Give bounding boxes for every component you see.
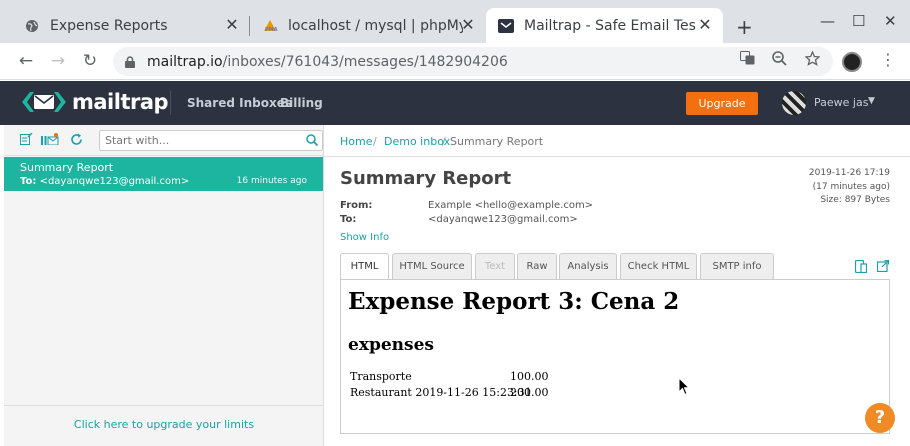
browser-tab-expense-reports[interactable]: Expense Reports ✕ xyxy=(12,8,250,43)
header-divider xyxy=(170,91,171,115)
reload-icon[interactable]: ↻ xyxy=(80,51,100,71)
close-tab-icon[interactable]: ✕ xyxy=(460,17,476,33)
help-button[interactable]: ? xyxy=(865,403,895,433)
inbox-sidebar: Summary Report To: <dayanqwe123@gmail.co… xyxy=(4,125,324,446)
message-to-label: To: xyxy=(20,176,37,187)
message-subject-title: Summary Report xyxy=(340,168,512,189)
message-to-address: <dayanqwe123@gmail.com> xyxy=(39,176,190,187)
user-name[interactable]: Paewe jas xyxy=(814,96,868,109)
tab-smtp-info[interactable]: SMTP info xyxy=(700,253,774,280)
expense-label: Restaurant 2019-11-26 15:23:31 xyxy=(350,386,532,399)
profile-avatar[interactable] xyxy=(842,52,862,72)
html-preview-pane: Expense Report 3: Cena 2 expenses Transp… xyxy=(340,279,890,434)
breadcrumb-inbox-link[interactable]: Demo inbox xyxy=(384,135,450,148)
breadcrumb-inbox[interactable]: Demo inbox xyxy=(384,135,450,148)
back-icon[interactable]: ← xyxy=(16,51,36,71)
upgrade-button[interactable]: Upgrade xyxy=(686,92,758,115)
show-info-link[interactable]: Show Info xyxy=(340,232,389,243)
message-size: Size: 897 Bytes xyxy=(820,195,890,205)
translate-icon[interactable] xyxy=(740,51,755,69)
svg-text:PMA: PMA xyxy=(265,27,278,33)
user-menu-caret-icon[interactable]: ▼ xyxy=(868,96,875,106)
sidebar-toolbar xyxy=(4,125,324,156)
message-subject: Summary Report xyxy=(20,161,114,174)
to-label: To: xyxy=(340,214,357,225)
browser-menu-icon[interactable]: ⋮ xyxy=(880,50,896,69)
url-path: /inboxes/761043/messages/1482904206 xyxy=(222,53,508,70)
mobile-view-icon[interactable] xyxy=(854,259,868,276)
to-value: <dayanqwe123@gmail.com> xyxy=(428,214,578,225)
breadcrumb-home-link[interactable]: Home xyxy=(340,135,372,148)
user-avatar[interactable] xyxy=(782,91,806,115)
forward-icon[interactable]: → xyxy=(48,51,68,71)
close-tab-icon[interactable]: ✕ xyxy=(697,17,713,33)
address-bar[interactable]: mailtrap.io/inboxes/761043/messages/1482… xyxy=(113,47,833,76)
from-value: Example <hello@example.com> xyxy=(428,200,594,211)
close-window-icon[interactable]: ✕ xyxy=(884,12,897,30)
nav-shared-inboxes[interactable]: Shared Inboxes xyxy=(187,96,292,110)
message-time: 16 minutes ago xyxy=(236,176,307,186)
clear-inbox-icon[interactable] xyxy=(41,133,59,149)
mailtrap-logo-icon xyxy=(20,89,68,115)
expense-amount: 100.00 xyxy=(510,370,549,383)
expense-row: Restaurant 2019-11-26 15:23:31 200.00 xyxy=(350,386,549,399)
breadcrumb: Home / Demo inbox / Summary Report xyxy=(324,125,910,157)
from-row: From: Example <hello@example.com> xyxy=(340,200,640,214)
zoom-out-icon[interactable] xyxy=(772,51,787,70)
mouse-cursor-icon xyxy=(678,376,691,399)
message-age: (17 minutes ago) xyxy=(812,181,890,192)
app-header: mailtrap Shared Inboxes Billing Upgrade … xyxy=(0,81,910,125)
message-recipient: To: <dayanqwe123@gmail.com> xyxy=(20,176,189,187)
tab-title: localhost / mysql | phpMyA xyxy=(288,17,463,34)
breadcrumb-home[interactable]: Home xyxy=(340,135,372,148)
preview-heading: Expense Report 3: Cena 2 xyxy=(348,288,680,315)
expense-amount: 200.00 xyxy=(510,386,549,399)
message-list-item[interactable]: Summary Report To: <dayanqwe123@gmail.co… xyxy=(4,157,323,191)
browser-toolbar: ← → ↻ mailtrap.io/inboxes/761043/message… xyxy=(0,43,910,80)
message-meta: 2019-11-26 17:19 (17 minutes ago) Size: … xyxy=(809,167,890,208)
to-row: To: <dayanqwe123@gmail.com> xyxy=(340,214,640,228)
preview-subheading: expenses xyxy=(348,335,434,355)
search-icon[interactable] xyxy=(306,134,319,149)
tab-html[interactable]: HTML xyxy=(340,253,389,281)
tab-check-html[interactable]: Check HTML xyxy=(620,253,697,280)
url-host: mailtrap.io xyxy=(147,53,223,70)
tab-analysis[interactable]: Analysis xyxy=(559,253,617,280)
browser-tab-mailtrap[interactable]: Mailtrap - Safe Email Testi ✕ xyxy=(486,8,723,43)
close-tab-icon[interactable]: ✕ xyxy=(224,17,240,33)
expense-label: Transporte xyxy=(350,370,412,383)
upgrade-limits-link[interactable]: Click here to upgrade your limits xyxy=(4,405,324,446)
browser-tab-phpmyadmin[interactable]: PMA localhost / mysql | phpMyA ✕ xyxy=(250,8,486,43)
phpmyadmin-icon: PMA xyxy=(262,18,278,34)
tab-raw[interactable]: Raw xyxy=(517,253,557,280)
browser-tab-strip: Expense Reports ✕ PMA localhost / mysql … xyxy=(0,0,910,43)
expense-row: Transporte 100.00 xyxy=(350,370,549,383)
search-box xyxy=(99,130,323,151)
tab-title: Mailtrap - Safe Email Testi xyxy=(524,17,696,34)
mailtrap-favicon-icon xyxy=(498,18,514,34)
open-external-icon[interactable] xyxy=(876,259,890,275)
from-label: From: xyxy=(340,200,373,211)
bookmark-star-icon[interactable] xyxy=(804,50,821,70)
mark-read-icon[interactable] xyxy=(20,132,33,149)
minimize-icon[interactable]: — xyxy=(820,12,835,30)
logo-text: mailtrap xyxy=(72,90,169,114)
tab-html-source[interactable]: HTML Source xyxy=(392,253,472,280)
maximize-icon[interactable]: ☐ xyxy=(852,12,865,30)
breadcrumb-current: Summary Report xyxy=(450,135,544,148)
globe-icon xyxy=(24,18,40,34)
message-date: 2019-11-26 17:19 xyxy=(808,168,890,178)
lock-icon xyxy=(125,55,135,68)
breadcrumb-separator: / xyxy=(442,135,446,148)
refresh-icon[interactable] xyxy=(70,133,83,150)
new-tab-button[interactable]: + xyxy=(736,15,753,39)
search-input[interactable] xyxy=(100,131,295,150)
url-text: mailtrap.io/inboxes/761043/messages/1482… xyxy=(147,54,508,70)
tab-title: Expense Reports xyxy=(50,17,168,34)
mailtrap-logo[interactable]: mailtrap xyxy=(20,89,169,115)
nav-billing[interactable]: Billing xyxy=(280,96,323,110)
breadcrumb-separator: / xyxy=(373,135,377,148)
tab-text[interactable]: Text xyxy=(475,253,515,280)
